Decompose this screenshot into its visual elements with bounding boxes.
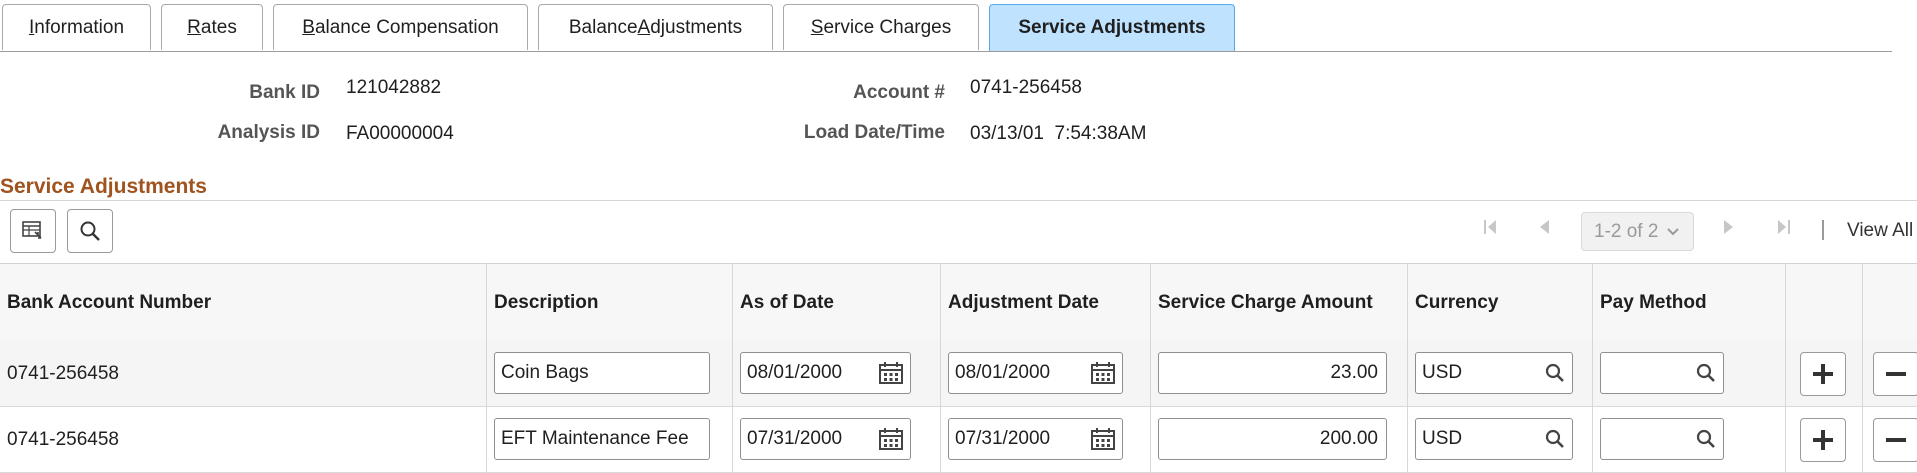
column-divider: [732, 263, 733, 473]
delete-row-button[interactable]: [1873, 352, 1917, 396]
as-of-date-value: 08/01/2000: [747, 362, 843, 383]
load-datetime-label: Load Date/Time: [803, 122, 945, 143]
calendar-icon[interactable]: [1090, 427, 1116, 451]
account-number-label: Account #: [853, 82, 945, 103]
search-icon[interactable]: [1695, 362, 1717, 384]
pay-method-input[interactable]: [1600, 352, 1724, 394]
add-row-button[interactable]: [1800, 418, 1846, 462]
account-number-value: 0741-256458: [970, 77, 1082, 98]
search-icon: [80, 221, 100, 241]
description-input[interactable]: Coin Bags: [494, 352, 710, 394]
adjustment-date-value: 08/01/2000: [955, 362, 1051, 383]
tab-service-charges[interactable]: Service Charges: [783, 4, 979, 50]
add-row-button[interactable]: [1800, 352, 1846, 396]
chevron-down-icon: [1667, 227, 1680, 235]
description-input[interactable]: EFT Maintenance Fee: [494, 418, 710, 460]
column-header-pay-method[interactable]: Pay Method: [1600, 292, 1707, 314]
delete-row-button[interactable]: [1873, 418, 1917, 462]
description-value: EFT Maintenance Fee: [501, 428, 689, 449]
tab-label-accesskey: A: [637, 16, 651, 38]
column-header-description[interactable]: Description: [494, 292, 599, 314]
as-of-date-value: 07/31/2000: [747, 428, 843, 449]
column-header-adjustment-date[interactable]: Adjustment Date: [948, 292, 1099, 314]
tab-balance-adjustments[interactable]: Balance Adjustments: [538, 4, 773, 50]
search-icon[interactable]: [1544, 428, 1566, 450]
tab-label: nformation: [34, 16, 125, 38]
currency-input[interactable]: USD: [1415, 352, 1573, 394]
column-divider: [940, 263, 941, 473]
tab-label: Service Adjustments: [1018, 17, 1206, 38]
adjustment-date-input[interactable]: 07/31/2000: [948, 418, 1123, 460]
tab-label: ervice Charges: [823, 16, 952, 38]
last-page-icon[interactable]: [1774, 218, 1792, 242]
column-divider: [1150, 263, 1151, 473]
search-icon[interactable]: [1544, 362, 1566, 384]
tab-label-accesskey: B: [302, 16, 315, 38]
tab-bar-baseline: [0, 51, 1892, 52]
tab-information[interactable]: Information: [2, 4, 151, 50]
tab-rates[interactable]: Rates: [161, 4, 263, 50]
column-header-bank-account-number[interactable]: Bank Account Number: [7, 292, 211, 314]
service-charge-amount-value: 200.00: [1319, 428, 1378, 449]
service-charge-amount-input[interactable]: 23.00: [1158, 352, 1387, 394]
service-charge-amount-input[interactable]: 200.00: [1158, 418, 1387, 460]
tab-label: djustments: [650, 16, 743, 38]
search-icon[interactable]: [1695, 428, 1717, 450]
plus-icon: [1813, 364, 1833, 384]
calendar-icon[interactable]: [878, 427, 904, 451]
section-title: Service Adjustments: [0, 175, 207, 198]
previous-page-icon[interactable]: [1537, 218, 1551, 242]
minus-icon: [1886, 438, 1906, 442]
first-page-icon[interactable]: [1482, 218, 1500, 242]
adjustment-date-input[interactable]: 08/01/2000: [948, 352, 1123, 394]
adjustment-date-value: 07/31/2000: [955, 428, 1051, 449]
column-header-currency[interactable]: Currency: [1415, 292, 1498, 314]
page-range-text: 1-2 of 2: [1594, 220, 1659, 242]
pay-method-input[interactable]: [1600, 418, 1724, 460]
currency-value: USD: [1422, 362, 1463, 383]
currency-value: USD: [1422, 428, 1463, 449]
tab-balance-compensation[interactable]: Balance Compensation: [273, 4, 528, 50]
column-header-service-charge-amount[interactable]: Service Charge Amount: [1158, 292, 1373, 314]
column-header-as-of-date[interactable]: As of Date: [740, 292, 834, 314]
as-of-date-input[interactable]: 07/31/2000: [740, 418, 911, 460]
personalize-grid-button[interactable]: [10, 209, 56, 253]
view-all-link[interactable]: View All: [1847, 220, 1913, 242]
section-divider: [0, 200, 1917, 201]
analysis-id-label: Analysis ID: [217, 122, 320, 143]
next-page-icon[interactable]: [1722, 218, 1736, 242]
column-divider: [1862, 263, 1863, 473]
column-divider: [1785, 263, 1786, 473]
bank-account-number-cell: 0741-256458: [7, 429, 119, 450]
column-divider: [1592, 263, 1593, 473]
tab-service-adjustments[interactable]: Service Adjustments: [989, 4, 1235, 51]
minus-icon: [1886, 372, 1906, 376]
analysis-id-value: FA00000004: [346, 123, 454, 144]
as-of-date-input[interactable]: 08/01/2000: [740, 352, 911, 394]
page-range-select[interactable]: 1-2 of 2: [1581, 212, 1694, 251]
tab-label-accesskey: R: [187, 16, 201, 38]
tab-label: ates: [200, 16, 237, 38]
calendar-icon[interactable]: [878, 361, 904, 385]
bank-account-number-cell: 0741-256458: [7, 363, 119, 384]
load-datetime-value: 03/13/01 7:54:38AM: [970, 123, 1147, 144]
calendar-icon[interactable]: [1090, 361, 1116, 385]
column-divider: [486, 263, 487, 473]
service-charge-amount-value: 23.00: [1330, 362, 1378, 383]
bank-id-value: 121042882: [346, 77, 442, 98]
tab-label: alance Compensation: [314, 16, 499, 38]
currency-input[interactable]: USD: [1415, 418, 1573, 460]
description-value: Coin Bags: [501, 362, 589, 383]
column-divider: [1407, 263, 1408, 473]
find-in-grid-button[interactable]: [67, 209, 113, 253]
pager-divider: [1822, 220, 1824, 240]
bank-id-label: Bank ID: [249, 82, 320, 103]
grid-settings-icon: [22, 221, 42, 239]
tab-label: Balance: [568, 16, 638, 38]
tab-label-accesskey: S: [810, 16, 824, 38]
plus-icon: [1813, 430, 1833, 450]
